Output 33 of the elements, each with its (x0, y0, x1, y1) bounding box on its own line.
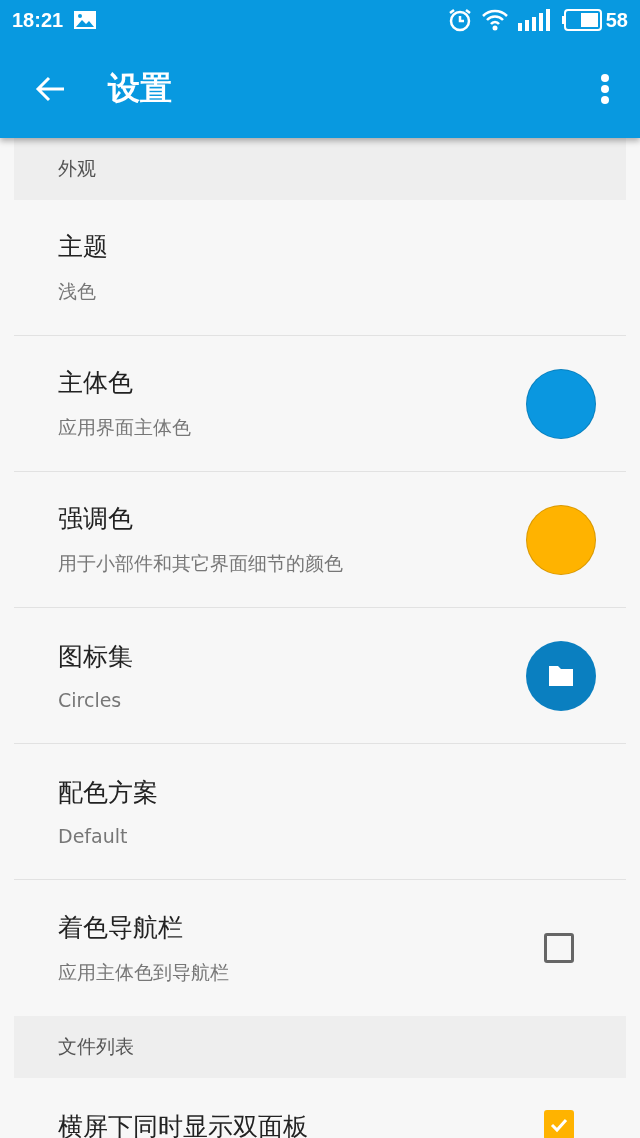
item-subtitle: 应用界面主体色 (58, 415, 192, 440)
settings-item[interactable]: 主题 浅色 (14, 200, 626, 336)
item-title: 主题 (58, 231, 109, 263)
item-subtitle: 浅色 (58, 279, 97, 304)
checkbox[interactable] (544, 933, 574, 963)
item-subtitle: 应用主体色到导航栏 (58, 959, 230, 985)
image-icon (73, 10, 98, 30)
screen-title: 设置 (108, 68, 172, 109)
settings-item[interactable]: 配色方案 Default (14, 744, 626, 880)
settings-item[interactable]: 强调色 用于小部件和其它界面细节的颜色 (14, 472, 626, 608)
section-header: 文件列表 (58, 1034, 134, 1059)
wifi-icon (481, 9, 508, 31)
section-header: 外观 (58, 156, 96, 181)
alarm-icon (447, 8, 472, 32)
item-title: 强调色 (58, 503, 134, 535)
settings-item[interactable]: 着色导航栏 应用主体色到导航栏 (14, 880, 626, 1016)
item-subtitle: Circles (58, 689, 123, 711)
battery-level: 58 (605, 8, 628, 32)
item-title: 配色方案 (58, 777, 159, 809)
item-title: 着色导航栏 (58, 911, 184, 944)
battery-icon (561, 9, 602, 31)
item-subtitle: 用于小部件和其它界面细节的颜色 (58, 551, 344, 576)
item-title: 主体色 (58, 367, 134, 399)
settings-item[interactable]: 图标集 Circles (14, 608, 626, 744)
checkbox[interactable] (544, 1110, 574, 1138)
item-title: 图标集 (58, 641, 134, 673)
settings-item[interactable]: 横屏下同时显示双面板 (14, 1078, 626, 1138)
more-options-icon[interactable] (600, 74, 610, 104)
item-title: 横屏下同时显示双面板 (58, 1111, 309, 1138)
clock-time: 18:21 (12, 8, 64, 32)
signal-icon (517, 9, 552, 31)
item-subtitle: Default (58, 825, 129, 847)
settings-item[interactable]: 主体色 应用界面主体色 (14, 336, 626, 472)
